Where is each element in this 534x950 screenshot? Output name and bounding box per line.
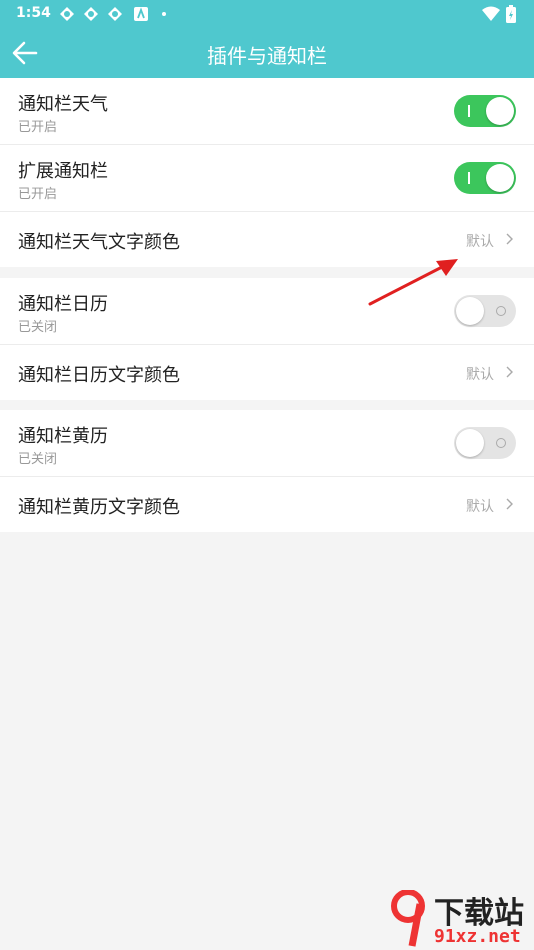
setting-status: 已关闭: [18, 452, 58, 467]
chevron-right-icon: [506, 366, 513, 378]
setting-label: 通知栏黄历: [18, 426, 108, 447]
settings-group-almanac: 通知栏黄历 已关闭 通知栏黄历文字颜色 默认: [0, 410, 534, 532]
setting-row-notification-almanac[interactable]: 通知栏黄历 已关闭: [0, 410, 534, 477]
page-title: 插件与通知栏: [207, 44, 327, 68]
setting-value: 默认: [466, 234, 494, 250]
notification-icon: [84, 7, 98, 21]
setting-status: 已开启: [18, 120, 58, 135]
wifi-icon: [482, 6, 500, 21]
setting-label: 通知栏日历文字颜色: [18, 365, 180, 386]
watermark-logo-icon: [391, 890, 425, 947]
setting-label: 通知栏黄历文字颜色: [18, 497, 180, 518]
status-time: 1:54: [16, 5, 51, 21]
setting-label: 通知栏天气文字颜色: [18, 232, 180, 253]
setting-value: 默认: [466, 499, 494, 515]
annotation-arrow-icon: [368, 259, 458, 306]
watermark-url: 91xz.net: [434, 926, 521, 947]
site-watermark: 下载站 91xz.net: [390, 888, 534, 950]
setting-status: 已关闭: [18, 320, 58, 335]
almanac-toggle[interactable]: [454, 427, 516, 459]
battery-icon: [506, 5, 516, 23]
setting-row-notification-weather[interactable]: 通知栏天气 已开启: [0, 78, 534, 145]
setting-label: 扩展通知栏: [18, 161, 108, 182]
chevron-right-icon: [506, 498, 513, 510]
expand-notification-toggle[interactable]: [454, 162, 516, 194]
setting-row-expand-notification[interactable]: 扩展通知栏 已开启: [0, 145, 534, 212]
more-notifications-dot: [162, 12, 166, 16]
settings-group-weather: 通知栏天气 已开启 扩展通知栏 已开启 通知栏天气文字颜色 默认: [0, 78, 534, 267]
setting-label: 通知栏天气: [18, 94, 108, 115]
setting-value: 默认: [466, 367, 494, 383]
notification-icon: [108, 7, 122, 21]
app-notification-icon: [134, 7, 148, 21]
chevron-right-icon: [506, 233, 513, 245]
setting-label: 通知栏日历: [18, 294, 108, 315]
app-bar: 插件与通知栏: [0, 28, 534, 78]
notification-icon: [60, 7, 74, 21]
setting-row-almanac-text-color[interactable]: 通知栏黄历文字颜色 默认: [0, 477, 534, 532]
weather-toggle[interactable]: [454, 95, 516, 127]
setting-row-calendar-text-color[interactable]: 通知栏日历文字颜色 默认: [0, 345, 534, 400]
status-bar: 1:54: [0, 0, 534, 28]
calendar-toggle[interactable]: [454, 295, 516, 327]
setting-status: 已开启: [18, 187, 58, 202]
